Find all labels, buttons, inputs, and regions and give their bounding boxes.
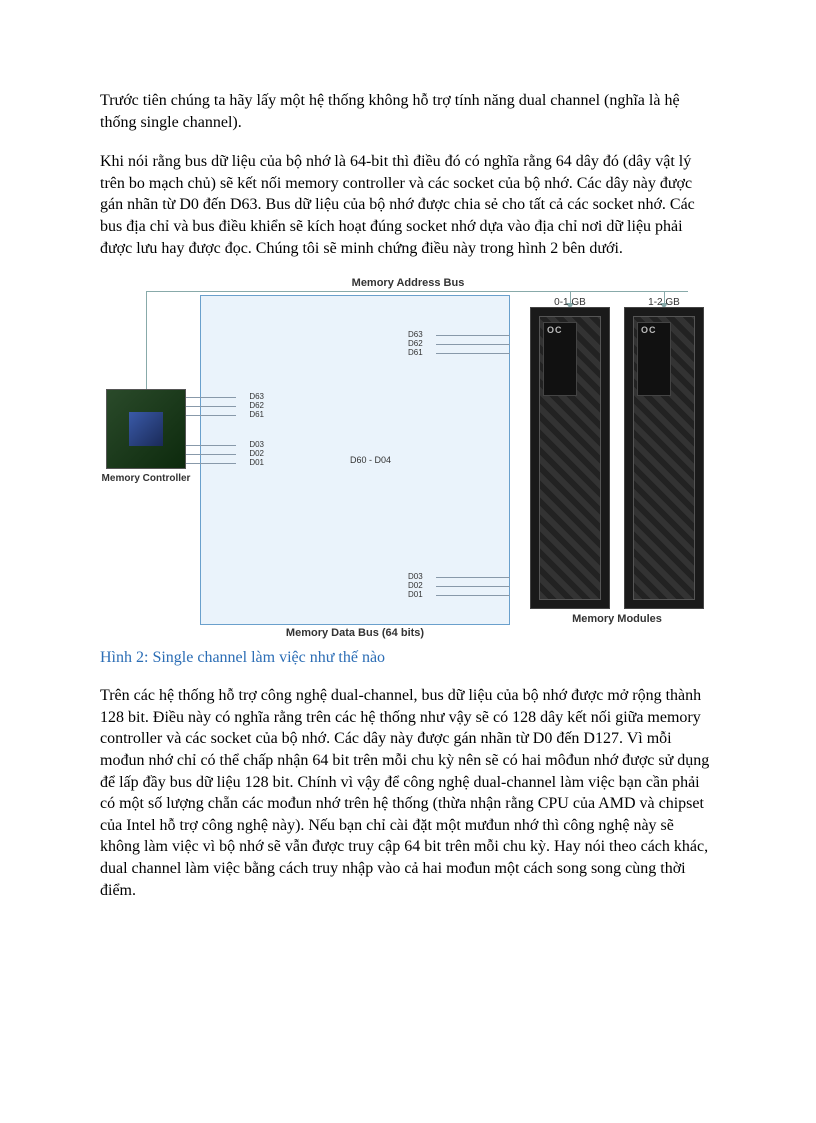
data-lines-left-top: D63 D62 D61: [186, 397, 236, 424]
document-page: Trước tiên chúng ta hãy lấy một hệ thống…: [0, 0, 816, 979]
data-lines-right-bot: D03 D02 D01: [436, 577, 510, 604]
data-line-label: D61: [408, 348, 423, 357]
address-bus-label: Memory Address Bus: [100, 277, 716, 289]
data-line-label: D03: [249, 440, 264, 449]
data-line-label: D62: [408, 339, 423, 348]
address-bus-line: [190, 291, 688, 292]
data-line-label: D62: [249, 401, 264, 410]
data-line-label: D02: [408, 581, 423, 590]
memory-module-icon: [530, 307, 610, 609]
figure-caption: Hình 2: Single channel làm việc như thế …: [100, 649, 716, 667]
memory-modules-label: Memory Modules: [530, 613, 704, 625]
memory-module-icon: [624, 307, 704, 609]
data-line-label: D61: [249, 410, 264, 419]
memory-controller-chip-icon: [106, 389, 186, 469]
data-line-label: D02: [249, 449, 264, 458]
data-lines-left-bot: D03 D02 D01: [186, 445, 236, 472]
data-line-label: D03: [408, 572, 423, 581]
paragraph-explain-64bit: Khi nói rằng bus dữ liệu của bộ nhớ là 6…: [100, 151, 716, 259]
data-line-label: D63: [249, 392, 264, 401]
memory-controller-label: Memory Controller: [92, 473, 200, 484]
data-line-label: D01: [249, 458, 264, 467]
paragraph-dual-channel: Trên các hệ thống hỗ trợ công nghệ dual-…: [100, 685, 716, 901]
data-line-label: D01: [408, 590, 423, 599]
data-lines-right-top: D63 D62 D61: [436, 335, 510, 362]
address-bus-to-chip-v: [146, 291, 147, 389]
address-bus-to-chip-h: [146, 291, 190, 292]
data-bus-label: Memory Data Bus (64 bits): [200, 627, 510, 639]
data-range-mid-label: D60 - D04: [350, 455, 391, 465]
data-line-label: D63: [408, 330, 423, 339]
paragraph-intro: Trước tiên chúng ta hãy lấy một hệ thống…: [100, 90, 716, 133]
diagram-single-channel: Memory Address Bus Memory Data Bus (64 b…: [100, 277, 716, 645]
